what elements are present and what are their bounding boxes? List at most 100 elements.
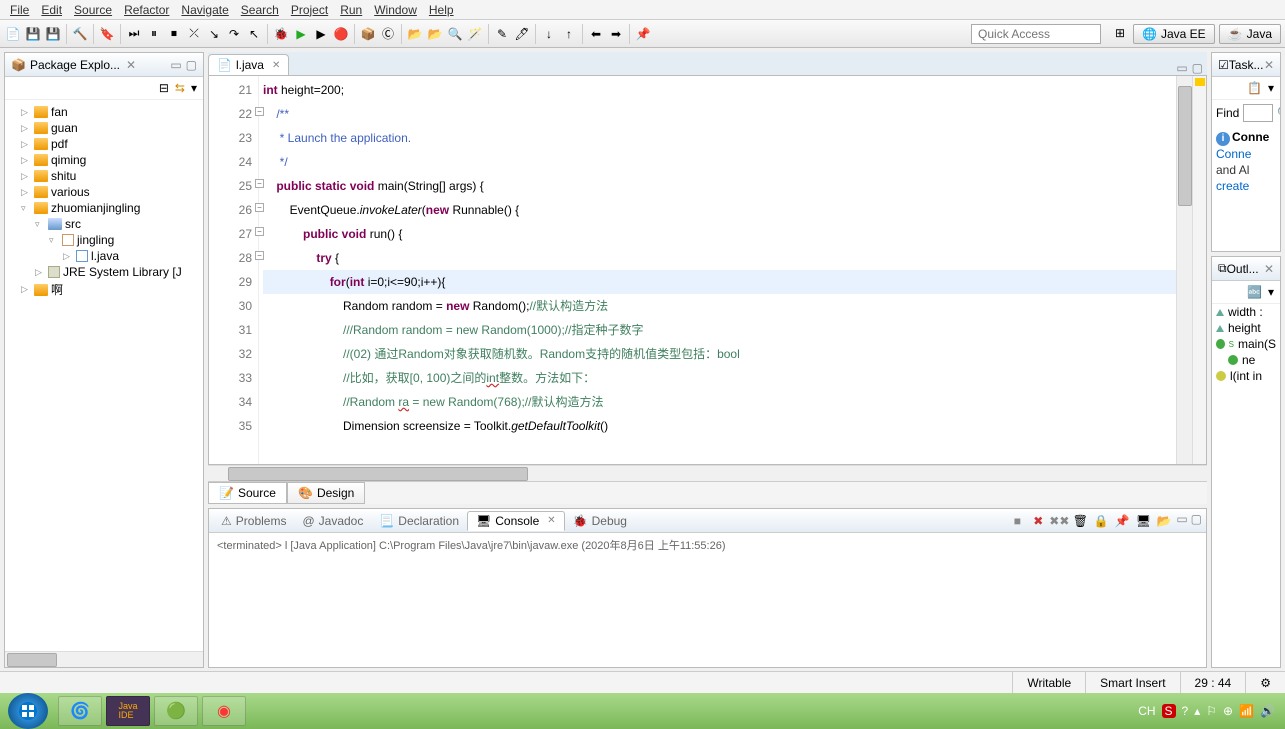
- hammer-icon[interactable]: 🔨: [71, 25, 89, 43]
- tree-item[interactable]: ▿zhuomianjingling: [7, 200, 201, 216]
- pin-icon[interactable]: 📌: [634, 25, 652, 43]
- step-into-icon[interactable]: ↘: [205, 25, 223, 43]
- code-editor[interactable]: 2122−232425−26−27−28−29303132333435 int …: [208, 76, 1207, 465]
- forward-icon[interactable]: ➡: [607, 25, 625, 43]
- sort-icon[interactable]: 🔤: [1247, 285, 1262, 299]
- tree-item[interactable]: ▷qiming: [7, 152, 201, 168]
- close-icon[interactable]: ✕: [1264, 58, 1274, 72]
- source-tab[interactable]: 📝Source: [208, 482, 287, 504]
- tree-item[interactable]: ▷guan: [7, 120, 201, 136]
- open-task-icon[interactable]: 📂: [426, 25, 444, 43]
- tree-item[interactable]: ▿src: [7, 216, 201, 232]
- open-console-icon[interactable]: 📂: [1155, 512, 1173, 530]
- ime-indicator[interactable]: CH: [1138, 704, 1155, 718]
- outline-item[interactable]: Smain(S: [1212, 336, 1280, 352]
- menu-edit[interactable]: Edit: [41, 3, 62, 17]
- next-annotation-icon[interactable]: ↓: [540, 25, 558, 43]
- tab-console[interactable]: 🖥Console✕: [467, 511, 565, 531]
- save-all-icon[interactable]: 💾: [44, 25, 62, 43]
- maximize-icon[interactable]: ▢: [186, 58, 197, 72]
- tray-network-icon[interactable]: 📶: [1239, 704, 1254, 718]
- tree-item[interactable]: ▷shitu: [7, 168, 201, 184]
- tree-item[interactable]: ▷l.java: [7, 248, 201, 264]
- tray-flag-icon[interactable]: ⚐: [1206, 704, 1217, 718]
- view-menu-icon[interactable]: ▾: [1268, 81, 1274, 95]
- design-tab[interactable]: 🎨Design: [287, 482, 365, 504]
- tab-problems[interactable]: ⚠Problems: [213, 512, 294, 530]
- editor-tab-ljava[interactable]: 📄 l.java ✕: [208, 54, 289, 75]
- run-last-icon[interactable]: 🔴: [332, 25, 350, 43]
- scroll-lock-icon[interactable]: 🔒: [1092, 512, 1110, 530]
- system-tray[interactable]: CH S ? ▴ ⚐ ⊕ 📶 🔊: [1128, 704, 1285, 718]
- tab-debug[interactable]: 🐞Debug: [565, 512, 635, 530]
- taskbar-app-browser2[interactable]: 🟢: [154, 696, 198, 726]
- new-icon[interactable]: 📄: [4, 25, 22, 43]
- open-type-icon[interactable]: 📂: [406, 25, 424, 43]
- outline-item[interactable]: l(int in: [1212, 368, 1280, 384]
- clear-console-icon[interactable]: 🗑: [1071, 512, 1089, 530]
- disconnect-icon[interactable]: ⤫: [185, 25, 203, 43]
- start-button[interactable]: [8, 693, 48, 729]
- menu-search[interactable]: Search: [241, 3, 279, 17]
- new-package-icon[interactable]: 📦: [359, 25, 377, 43]
- tab-javadoc[interactable]: @Javadoc: [294, 512, 371, 530]
- remove-all-icon[interactable]: ✖✖: [1050, 512, 1068, 530]
- connect-link[interactable]: and Al: [1216, 162, 1276, 178]
- menu-navigate[interactable]: Navigate: [181, 3, 228, 17]
- minimize-icon[interactable]: ▭: [170, 58, 181, 72]
- perspective-java[interactable]: ☕Java: [1219, 24, 1281, 44]
- view-menu-icon[interactable]: ▾: [191, 81, 197, 95]
- tray-help-icon[interactable]: ?: [1182, 704, 1189, 718]
- skip-icon[interactable]: ⏭: [125, 25, 143, 43]
- debug-icon[interactable]: 🐞: [272, 25, 290, 43]
- back-icon[interactable]: ⬅: [587, 25, 605, 43]
- taskbar-app-capture[interactable]: ◉: [202, 696, 246, 726]
- view-menu-icon[interactable]: ▾: [1268, 285, 1274, 299]
- horizontal-scrollbar[interactable]: [208, 465, 1207, 481]
- taskbar-app-eclipse[interactable]: JavaIDE: [106, 696, 150, 726]
- pause-icon[interactable]: ⏸: [145, 25, 163, 43]
- remove-launch-icon[interactable]: ✖: [1029, 512, 1047, 530]
- step-return-icon[interactable]: ↖: [245, 25, 263, 43]
- link-editor-icon[interactable]: ⇆: [175, 81, 185, 95]
- prev-annotation-icon[interactable]: ↑: [560, 25, 578, 43]
- close-icon[interactable]: ✕: [126, 58, 136, 72]
- outline-item[interactable]: height: [1212, 320, 1280, 336]
- tree-item[interactable]: ▷fan: [7, 104, 201, 120]
- close-icon[interactable]: ✕: [272, 60, 280, 71]
- search-icon[interactable]: 🔍: [446, 25, 464, 43]
- run-icon[interactable]: ▶: [292, 25, 310, 43]
- package-tree[interactable]: ▷fan▷guan▷pdf▷qiming▷shitu▷various▿zhuom…: [5, 100, 203, 651]
- search-icon[interactable]: 🔍: [1277, 106, 1281, 120]
- display-console-icon[interactable]: 🖥: [1134, 512, 1152, 530]
- step-over-icon[interactable]: ↷: [225, 25, 243, 43]
- horizontal-scrollbar[interactable]: [5, 651, 203, 667]
- tray-shield-icon[interactable]: ⊕: [1223, 704, 1233, 718]
- stop-icon[interactable]: ⏹: [165, 25, 183, 43]
- taskbar-app-browser[interactable]: 🌀: [58, 696, 102, 726]
- run-ext-icon[interactable]: ▶: [312, 25, 330, 43]
- menu-file[interactable]: File: [10, 3, 29, 17]
- menu-source[interactable]: Source: [74, 3, 112, 17]
- tree-item[interactable]: ▷啊: [7, 280, 201, 299]
- menu-run[interactable]: Run: [340, 3, 362, 17]
- menu-help[interactable]: Help: [429, 3, 454, 17]
- terminate-icon[interactable]: ■: [1008, 512, 1026, 530]
- overview-ruler[interactable]: [1192, 76, 1206, 464]
- quick-access-input[interactable]: [971, 24, 1101, 44]
- scrollbar-thumb[interactable]: [7, 653, 57, 667]
- open-perspective-icon[interactable]: ⊞: [1111, 24, 1129, 42]
- connect-link[interactable]: Conne: [1216, 146, 1276, 162]
- refactor-icon[interactable]: 🖊: [513, 25, 531, 43]
- tab-declaration[interactable]: 📃Declaration: [371, 512, 467, 530]
- scrollbar-thumb[interactable]: [1178, 86, 1192, 206]
- tree-item[interactable]: ▷pdf: [7, 136, 201, 152]
- minimize-icon[interactable]: ▭: [1176, 61, 1187, 75]
- new-class-icon[interactable]: Ⓒ: [379, 25, 397, 43]
- outline-tree[interactable]: width :heightSmain(Snel(int in: [1212, 304, 1280, 384]
- tree-item[interactable]: ▿jingling: [7, 232, 201, 248]
- tray-volume-icon[interactable]: 🔊: [1260, 704, 1275, 718]
- maximize-icon[interactable]: ▢: [1192, 61, 1203, 75]
- maximize-icon[interactable]: ▢: [1191, 512, 1202, 530]
- outline-item[interactable]: width :: [1212, 304, 1280, 320]
